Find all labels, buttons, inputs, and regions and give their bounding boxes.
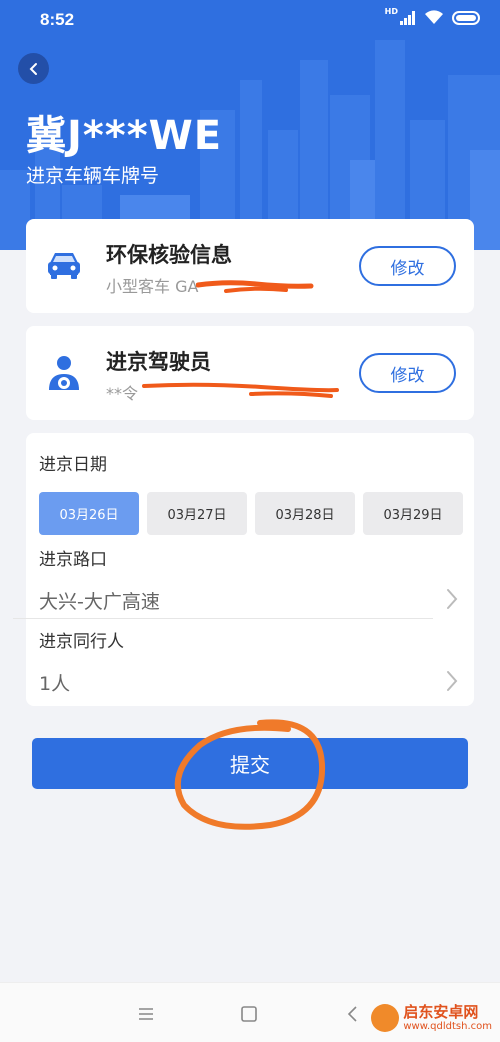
- chevron-right-icon: [447, 589, 458, 609]
- driver-icon: [49, 356, 79, 390]
- driver-card-title: 进京驾驶员: [106, 350, 211, 374]
- status-bar: 8:52 HD: [0, 0, 500, 40]
- vehicle-info-card: 环保核验信息 小型客车 GA 修改: [26, 219, 474, 313]
- hd-label: HD: [384, 6, 398, 16]
- date-selector: 03月26日 03月27日 03月28日 03月29日: [39, 492, 463, 535]
- companion-value: 1人: [39, 673, 71, 695]
- date-chip-3[interactable]: 03月29日: [363, 492, 463, 535]
- vehicle-card-title: 环保核验信息: [106, 243, 232, 267]
- status-icons: HD: [384, 6, 480, 25]
- back-button[interactable]: [18, 53, 49, 84]
- header: 8:52 HD 冀J***WE 进京车辆车牌号: [0, 0, 500, 250]
- back-triangle-icon[interactable]: [342, 1003, 364, 1025]
- companion-label: 进京同行人: [39, 632, 124, 652]
- status-time: 8:52: [40, 10, 75, 29]
- entry-point-label: 进京路口: [39, 550, 107, 570]
- signal-icon: [400, 10, 415, 25]
- watermark-url: www.qdldtsh.com: [403, 1021, 492, 1032]
- edit-driver-button[interactable]: 修改: [359, 353, 456, 393]
- circle-annotation: [174, 719, 326, 830]
- chevron-right-icon: [447, 671, 458, 691]
- car-icon: [48, 253, 80, 279]
- edit-vehicle-button[interactable]: 修改: [359, 246, 456, 286]
- plate-label: 进京车辆车牌号: [26, 165, 160, 187]
- battery-icon: [452, 10, 480, 25]
- entry-point-value: 大兴-大广高速: [39, 591, 160, 613]
- entry-date-label: 进京日期: [39, 455, 107, 475]
- wifi-icon: [425, 10, 443, 24]
- watermark-name: 启东安卓网: [403, 1003, 479, 1021]
- chevron-left-icon: [29, 62, 37, 75]
- menu-icon[interactable]: [135, 1003, 157, 1025]
- vehicle-card-subtitle: 小型客车 GA: [106, 277, 199, 296]
- home-square-icon[interactable]: [238, 1003, 260, 1025]
- date-chip-0[interactable]: 03月26日: [39, 492, 139, 535]
- redaction-scribble: [142, 382, 339, 398]
- watermark: 启东安卓网 www.qdldtsh.com: [371, 1004, 492, 1032]
- watermark-logo: [371, 1004, 400, 1032]
- driver-info-card: 进京驾驶员 **令 修改: [26, 326, 474, 420]
- redaction-scribble: [196, 280, 314, 293]
- companion-select[interactable]: 1人: [39, 663, 459, 703]
- entry-form-card: 进京日期 03月26日 03月27日 03月28日 03月29日 进京路口 大兴…: [26, 433, 474, 706]
- system-nav-bar: 启东安卓网 www.qdldtsh.com: [0, 982, 500, 1042]
- date-chip-1[interactable]: 03月27日: [147, 492, 247, 535]
- driver-card-subtitle: **令: [106, 384, 139, 403]
- plate-number: 冀J***WE: [26, 113, 223, 159]
- date-chip-2[interactable]: 03月28日: [255, 492, 355, 535]
- entry-point-select[interactable]: 大兴-大广高速: [39, 581, 459, 621]
- divider: [13, 618, 433, 619]
